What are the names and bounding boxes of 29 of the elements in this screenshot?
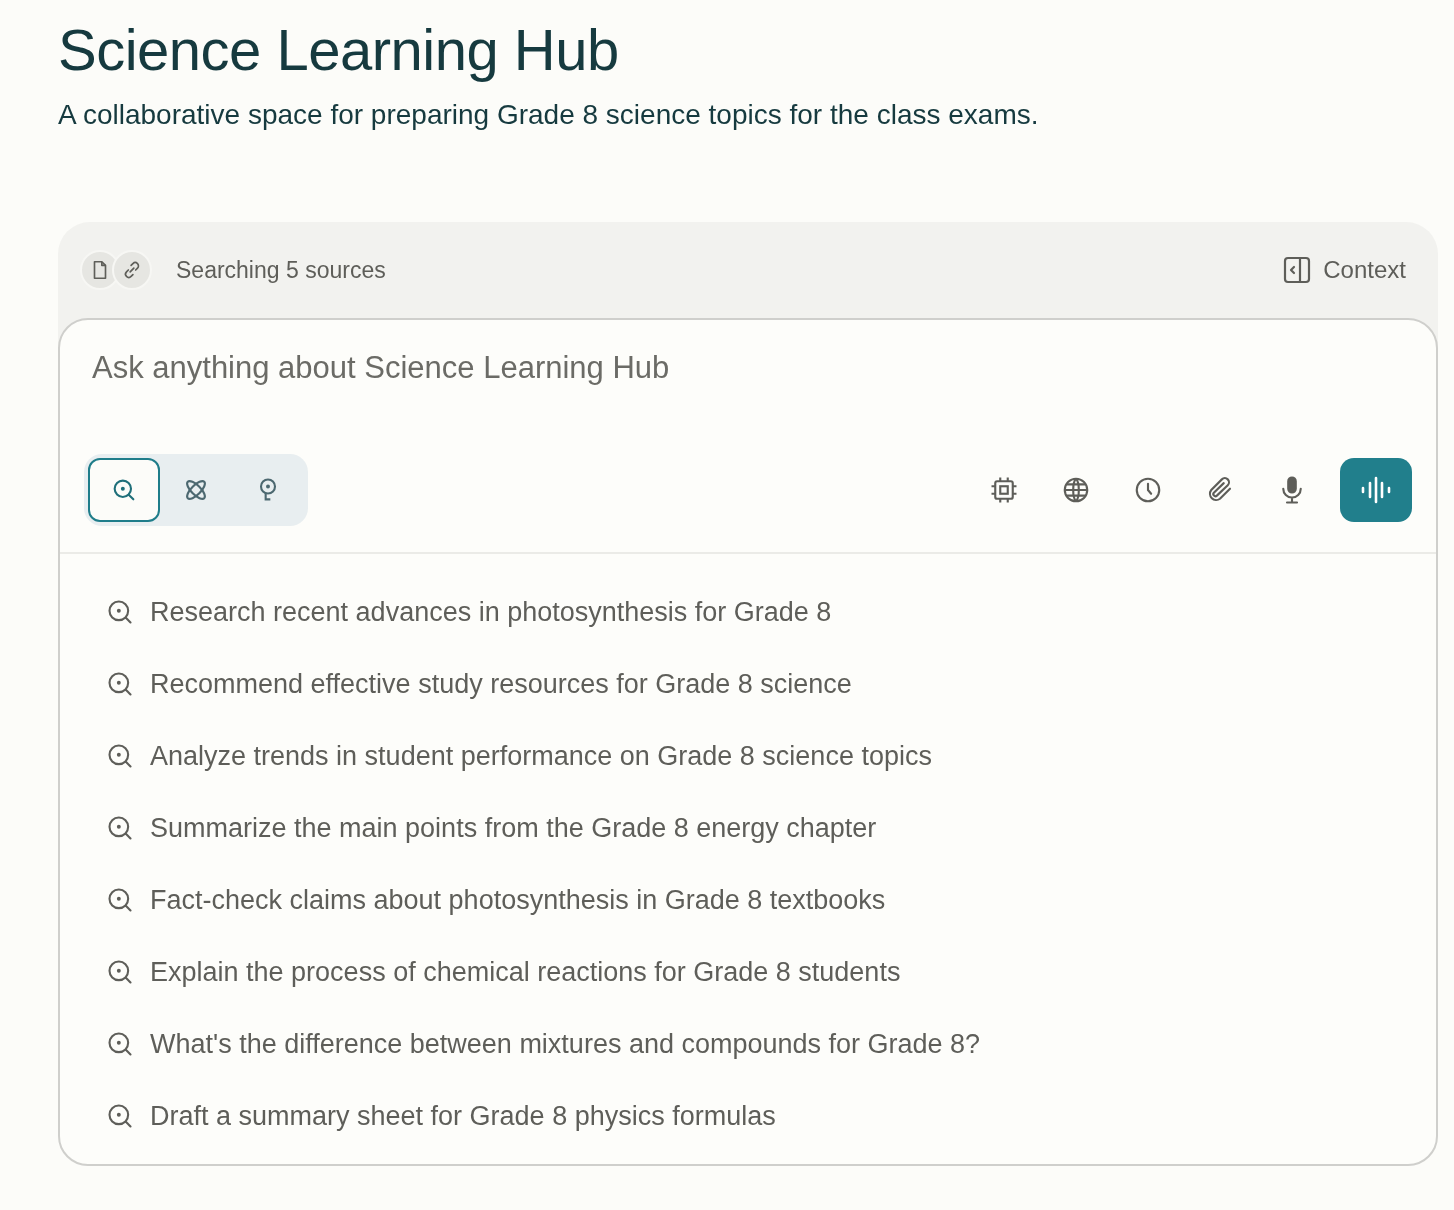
search-icon (106, 958, 134, 986)
search-icon (106, 598, 134, 626)
mode-tab[interactable] (88, 458, 160, 522)
chip-icon (989, 475, 1019, 505)
voice-button[interactable] (1340, 458, 1412, 522)
side-panel-icon (1283, 256, 1312, 284)
page-title: Science Learning Hub (58, 16, 620, 84)
suggestion-item[interactable]: Summarize the main points from the Grade 8 energy chapter (106, 810, 1390, 846)
suggestion-item[interactable]: Explain the process of chemical reactions for Grade 8 students (106, 954, 1390, 990)
ask-input-field[interactable]: Ask anything about Science Learning Hub (60, 320, 1436, 390)
sources-label: Searching 5 sources (176, 255, 386, 285)
globe-icon (1061, 475, 1091, 505)
suggestion-item[interactable]: Fact-check claims about photosynthesis in Grade 8 textbooks (106, 882, 1390, 918)
page-description: A collaborative space for preparing Grade 8 science topics for the class exams. (58, 98, 1040, 132)
clock-icon (1133, 475, 1163, 505)
search-icon (106, 1102, 134, 1130)
search-icon (106, 886, 134, 914)
search-icon (106, 742, 134, 770)
search-icon (106, 814, 134, 842)
context-button[interactable]: Context (1283, 252, 1406, 288)
suggestion-item[interactable]: What's the difference between mixtures and compounds for Grade 8? (106, 1026, 1390, 1062)
suggestion-item[interactable]: Recommend effective study resources for Grade 8 science (106, 666, 1390, 702)
link-icon (112, 250, 152, 290)
search-icon (106, 1030, 134, 1058)
suggestion-item[interactable]: Draft a summary sheet for Grade 8 physics formulas (106, 1098, 1390, 1134)
search-icon (106, 670, 134, 698)
waveform-icon (1360, 476, 1392, 504)
suggestion-item[interactable]: Analyze trends in student performance on Grade 8 science topics (106, 738, 1390, 774)
suggestion-item[interactable]: Research recent advances in photosynthesis for Grade 8 (106, 594, 1390, 630)
